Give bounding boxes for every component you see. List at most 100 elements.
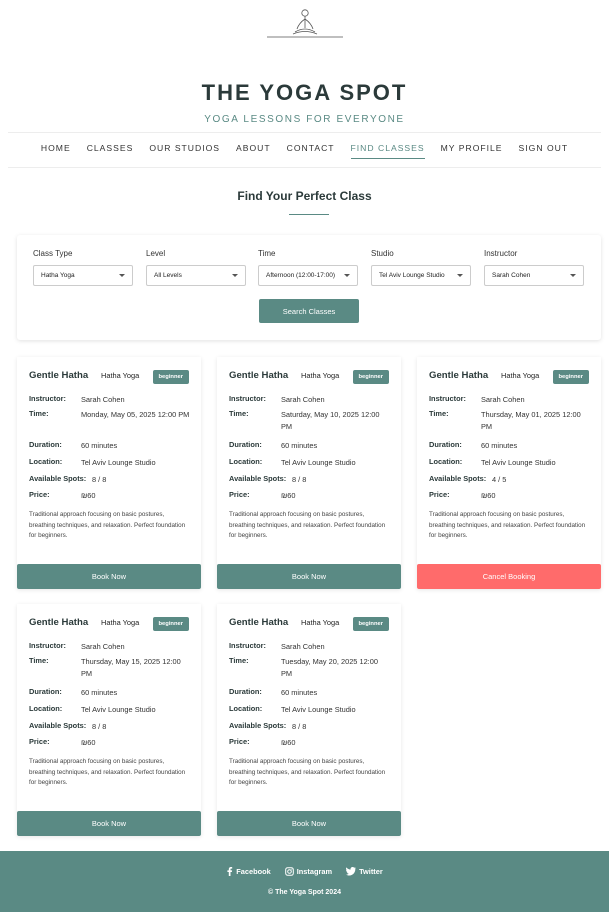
nav-home[interactable]: HOME [33,132,79,168]
instagram-icon [284,867,294,876]
duration-label: Duration: [229,687,262,696]
location-label: Location: [429,457,463,466]
class-card: Gentle Hatha Hatha Yoga beginner Instruc… [217,604,401,836]
nav-our-studios[interactable]: OUR STUDIOS [141,132,228,168]
class-type-select[interactable]: Hatha Yoga [33,265,133,286]
location-value: Tel Aviv Lounge Studio [81,705,156,714]
logo [0,0,609,42]
class-name: Gentle Hatha [429,370,489,381]
instructor-label: Instructor: [429,394,466,403]
filter-level: Level All Levels [146,249,246,286]
class-type: Hatha Yoga [101,618,140,627]
time-value: Thursday, May 01, 2025 12:00 PM [481,410,581,431]
level-badge: beginner [552,370,589,384]
filter-class-type: Class Type Hatha Yoga [33,249,133,286]
location-label: Location: [229,457,263,466]
search-classes-button[interactable]: Search Classes [259,299,359,323]
price-value: ₪60 [81,491,96,500]
class-description: Traditional approach focusing on basic p… [229,511,386,539]
class-type: Hatha Yoga [501,371,540,380]
twitter-label: Twitter [359,867,383,876]
price-value: ₪60 [481,491,496,500]
nav-contact[interactable]: CONTACT [279,132,343,168]
instagram-link[interactable]: Instagram [284,867,333,876]
chevron-down-icon [570,274,576,277]
card-header: Gentle Hatha Hatha Yoga beginner [229,370,391,386]
class-card: Gentle Hatha Hatha Yoga beginner Instruc… [17,357,201,589]
time-label: Time: [29,656,49,665]
instructor-label: Instructor: [229,394,266,403]
time-value: Thursday, May 15, 2025 12:00 PM [81,657,181,678]
location-label: Location: [29,457,63,466]
spots-value: 8 / 8 [92,475,107,484]
time-label: Time: [429,409,449,418]
location-value: Tel Aviv Lounge Studio [481,458,556,467]
class-description: Traditional approach focusing on basic p… [229,758,386,786]
time-value: Tuesday, May 20, 2025 12:00 PM [281,657,378,678]
card-header: Gentle Hatha Hatha Yoga beginner [429,370,591,386]
duration-value: 60 minutes [81,688,118,697]
select-value: Afternoon (12:00-17:00) [266,272,336,279]
spots-label: Available Spots: [29,474,87,483]
location-label: Location: [229,704,263,713]
facebook-label: Facebook [236,867,271,876]
time-select[interactable]: Afternoon (12:00-17:00) [258,265,358,286]
facebook-link[interactable]: Facebook [226,867,271,876]
studio-select[interactable]: Tel Aviv Lounge Studio [371,265,471,286]
class-name: Gentle Hatha [229,617,289,628]
spots-value: 8 / 8 [292,475,307,484]
nav-about[interactable]: ABOUT [228,132,279,168]
nav-sign-out[interactable]: SIGN OUT [511,132,577,168]
book-button[interactable]: Book Now [17,564,201,589]
cancel-booking-button[interactable]: Cancel Booking [417,564,601,589]
nav-my-profile[interactable]: MY PROFILE [433,132,511,168]
duration-value: 60 minutes [281,688,318,697]
instructor-value: Sarah Cohen [281,642,325,651]
duration-label: Duration: [29,440,62,449]
book-button[interactable]: Book Now [217,811,401,836]
filter-instructor: Instructor Sarah Cohen [484,249,584,286]
duration-label: Duration: [229,440,262,449]
level-badge: beginner [152,617,189,631]
instructor-select[interactable]: Sarah Cohen [484,265,584,286]
level-badge: beginner [152,370,189,384]
book-button[interactable]: Book Now [217,564,401,589]
price-label: Price: [229,490,250,499]
filter-label: Studio [371,249,394,258]
chevron-down-icon [232,274,238,277]
class-card: Gentle Hatha Hatha Yoga beginner Instruc… [17,604,201,836]
social-links: Facebook Instagram Twitter [0,867,609,876]
twitter-link[interactable]: Twitter [346,867,383,876]
time-label: Time: [229,409,249,418]
time-value: Saturday, May 10, 2025 12:00 PM [281,410,380,431]
chevron-down-icon [344,274,350,277]
site-subtitle: YOGA LESSONS FOR EVERYONE [204,114,405,125]
filter-time: Time Afternoon (12:00-17:00) [258,249,358,286]
class-name: Gentle Hatha [229,370,289,381]
class-type: Hatha Yoga [301,618,340,627]
footer: Facebook Instagram Twitter © The Yoga Sp… [0,851,609,912]
book-button[interactable]: Book Now [17,811,201,836]
instagram-label: Instagram [296,867,333,876]
time-label: Time: [29,409,49,418]
duration-value: 60 minutes [81,441,118,450]
duration-value: 60 minutes [281,441,318,450]
instructor-value: Sarah Cohen [81,395,125,404]
main-nav: HOME CLASSES OUR STUDIOS ABOUT CONTACT F… [8,132,601,168]
select-value: All Levels [154,272,182,279]
nav-classes[interactable]: CLASSES [79,132,142,168]
level-select[interactable]: All Levels [146,265,246,286]
price-value: ₪60 [281,738,296,747]
nav-find-classes[interactable]: FIND CLASSES [343,132,433,168]
spots-label: Available Spots: [429,474,487,483]
spots-value: 8 / 8 [92,722,107,731]
level-badge: beginner [352,370,389,384]
select-value: Sarah Cohen [492,272,531,279]
price-label: Price: [429,490,450,499]
card-header: Gentle Hatha Hatha Yoga beginner [229,617,391,633]
class-description: Traditional approach focusing on basic p… [429,511,586,539]
spots-label: Available Spots: [229,721,287,730]
select-value: Hatha Yoga [41,272,75,279]
location-value: Tel Aviv Lounge Studio [281,705,356,714]
class-card: Gentle Hatha Hatha Yoga beginner Instruc… [217,357,401,589]
